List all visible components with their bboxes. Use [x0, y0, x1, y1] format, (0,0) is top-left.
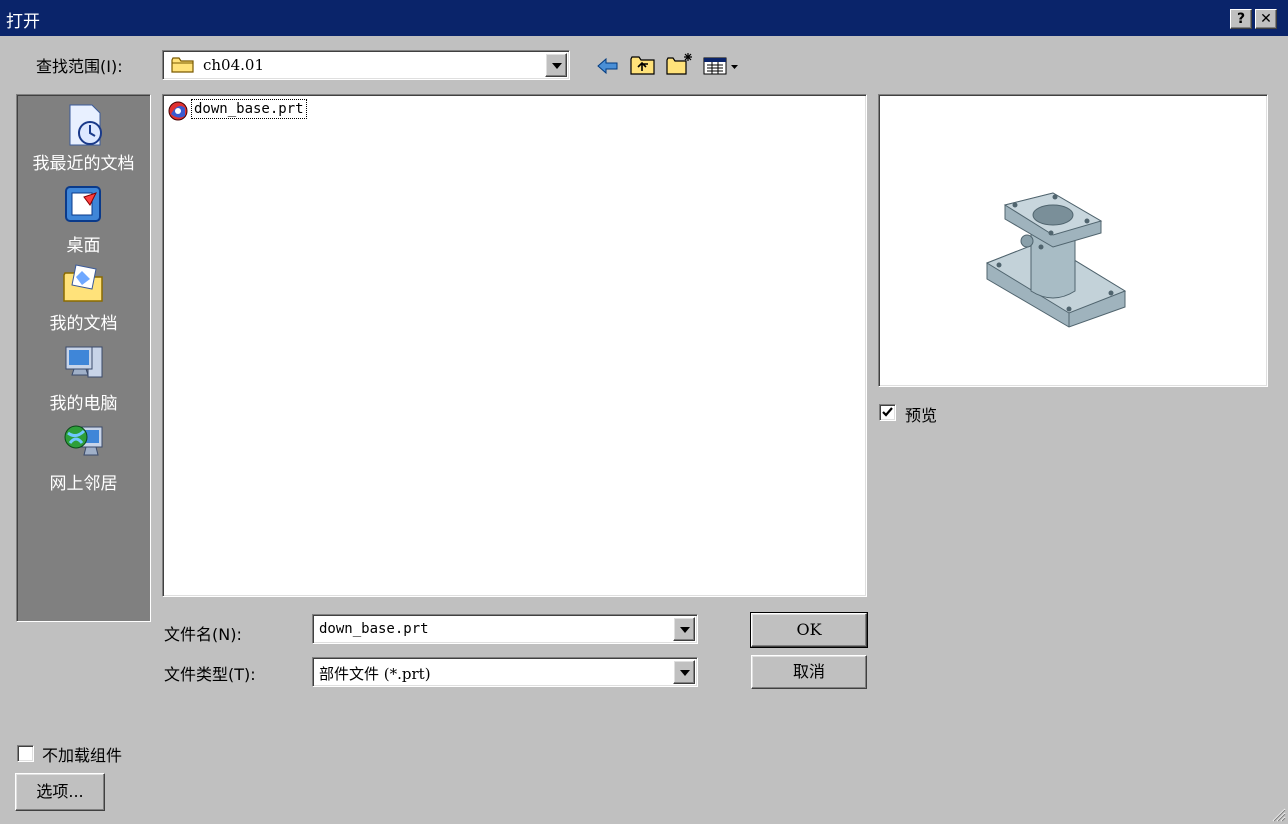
title-bar: 打开 ? ✕ [0, 0, 1288, 36]
lookin-dropdown-button[interactable] [545, 53, 567, 77]
help-button[interactable]: ? [1230, 9, 1252, 29]
my-documents-icon [62, 261, 106, 305]
places-bar: 我最近的文档 桌面 我的文档 我的电脑 网上邻居 [16, 94, 151, 622]
lookin-combo[interactable]: ch04.01 [162, 50, 570, 80]
filetype-label: 文件类型(T): [164, 665, 256, 684]
recent-documents-icon [62, 101, 106, 146]
place-label: 我的文档 [49, 314, 118, 334]
back-arrow-icon[interactable] [596, 56, 620, 80]
filename-dropdown-button[interactable] [673, 617, 695, 641]
preview-checkbox[interactable] [879, 404, 896, 421]
place-label: 我的电脑 [49, 394, 118, 414]
desktop-icon [62, 183, 106, 227]
filename-input[interactable]: down_base.prt [312, 614, 698, 644]
up-folder-icon[interactable] [630, 54, 656, 80]
place-my-computer[interactable]: 我的电脑 [17, 341, 150, 414]
folder-icon [171, 56, 195, 78]
my-computer-icon [62, 341, 106, 385]
ok-button[interactable]: OK [750, 612, 868, 648]
close-button[interactable]: ✕ [1255, 9, 1277, 29]
new-folder-icon[interactable] [666, 52, 694, 80]
no-load-components-label: 不加载组件 [42, 746, 123, 765]
filetype-value: 部件文件 (*.prt) [319, 665, 431, 683]
filetype-select[interactable]: 部件文件 (*.prt) [312, 657, 698, 687]
lookin-label: 查找范围(I): [36, 57, 123, 76]
nx-part-icon [167, 100, 189, 126]
place-my-documents[interactable]: 我的文档 [17, 261, 150, 334]
place-recent-documents[interactable]: 我最近的文档 [17, 101, 150, 174]
filename-value: down_base.prt [319, 621, 429, 637]
place-network[interactable]: 网上邻居 [17, 421, 150, 494]
filename-label: 文件名(N): [164, 625, 242, 644]
cancel-button[interactable]: 取消 [751, 655, 867, 689]
lookin-value: ch04.01 [203, 56, 265, 74]
window-title: 打开 [6, 12, 40, 32]
no-load-components-checkbox[interactable] [17, 745, 34, 762]
preview-checkbox-label: 预览 [905, 406, 938, 425]
network-places-icon [62, 421, 106, 465]
part-preview-image [983, 191, 1133, 335]
resize-grip-icon[interactable] [1270, 806, 1286, 822]
place-desktop[interactable]: 桌面 [17, 183, 150, 256]
place-label: 网上邻居 [49, 474, 118, 494]
place-label: 我最近的文档 [32, 154, 135, 174]
view-menu-icon[interactable] [703, 56, 741, 80]
file-list[interactable]: down_base.prt [162, 94, 867, 597]
filetype-dropdown-button[interactable] [673, 660, 695, 684]
preview-pane [878, 94, 1268, 387]
place-label: 桌面 [66, 236, 101, 256]
file-name: down_base.prt [191, 99, 307, 119]
options-button[interactable]: 选项... [15, 773, 105, 811]
